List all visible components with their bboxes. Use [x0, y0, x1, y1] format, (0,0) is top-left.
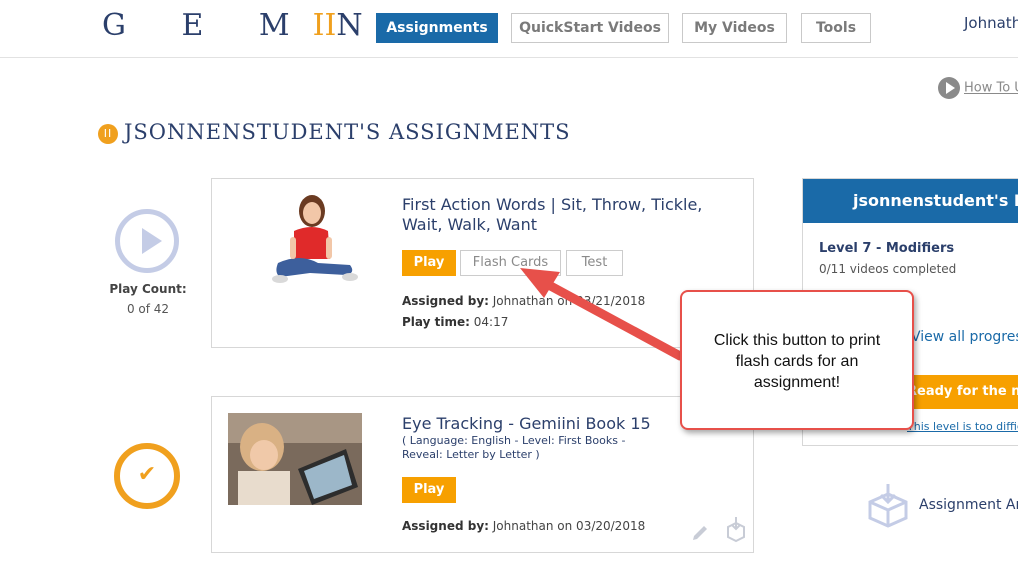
play-count-value: 0 of 42 — [126, 302, 170, 316]
how-to-use-label: How To Use — [964, 80, 1018, 96]
nav-tools[interactable]: Tools — [801, 13, 871, 43]
nav-assignments[interactable]: Assignments — [376, 13, 498, 43]
nav-my-videos[interactable]: My Videos — [682, 13, 787, 43]
assignment-title[interactable]: First Action Words | Sit, Throw, Tickle,… — [402, 195, 747, 235]
nav-quickstart-videos[interactable]: QuickStart Videos — [511, 13, 669, 43]
page-title-text: JSONNENSTUDENT'S ASSIGNMENTS — [124, 120, 571, 144]
progress-panel-header: jsonnenstudent's Progress — [803, 179, 1018, 223]
user-menu[interactable]: Johnathan — [964, 14, 1018, 32]
assigned-by-value: Johnathan on 03/21/2018 — [492, 294, 646, 308]
assignment-subtitle: ( Language: English - Level: First Books… — [402, 434, 626, 461]
assigned-by-value: Johnathan on 03/20/2018 — [492, 519, 646, 533]
how-to-use-link[interactable]: How To Use — [938, 77, 1018, 99]
assignment-archive-icon[interactable] — [866, 484, 910, 528]
play-count-label: Play Count: — [109, 282, 187, 296]
assignment-archive-label[interactable]: Assignment Archive — [919, 497, 1018, 513]
top-bar: G E MIIN I Assignments QuickStart Videos… — [0, 0, 1018, 58]
gemiini-badge-icon: II — [98, 124, 118, 144]
progress-level[interactable]: Level 7 - Modifiers — [819, 241, 954, 256]
play-time: Play time: 04:17 — [402, 315, 508, 329]
flash-cards-button[interactable]: Flash Cards — [460, 250, 561, 276]
play-icon — [938, 77, 960, 99]
view-all-progress-link[interactable]: View all progress — [911, 329, 1018, 345]
callout-text: Click this button to print flash cards f… — [713, 332, 881, 391]
test-button[interactable]: Test — [566, 250, 623, 276]
play-button[interactable]: Play — [402, 250, 456, 276]
completed-check-icon: ✔ — [114, 443, 180, 509]
play-time-value: 04:17 — [473, 315, 509, 329]
assigned-by-label: Assigned by: — [402, 519, 489, 533]
assignment-card: Eye Tracking - Gemiini Book 15 ( Languag… — [211, 396, 754, 553]
assigned-by: Assigned by: Johnathan on 03/20/2018 — [402, 519, 645, 533]
progress-completed: 0/11 videos completed — [819, 262, 957, 276]
archive-box-icon[interactable] — [724, 517, 748, 543]
assignment-thumbnail-tablet — [228, 413, 362, 505]
play-button[interactable]: Play — [402, 477, 456, 503]
assignment-thumbnail-girl — [272, 195, 358, 283]
play-time-label: Play time: — [402, 315, 470, 329]
assigned-by-label: Assigned by: — [402, 294, 489, 308]
too-difficult-link[interactable]: This level is too difficult — [907, 420, 1018, 433]
assigned-by: Assigned by: Johnathan on 03/21/2018 — [402, 294, 645, 308]
edit-pencil-icon[interactable] — [690, 523, 710, 543]
callout-tooltip: Click this button to print flash cards f… — [680, 290, 914, 430]
assignment-card: First Action Words | Sit, Throw, Tickle,… — [211, 178, 754, 348]
play-count-circle-icon — [115, 209, 179, 273]
page-title: II JSONNENSTUDENT'S ASSIGNMENTS — [98, 120, 571, 144]
